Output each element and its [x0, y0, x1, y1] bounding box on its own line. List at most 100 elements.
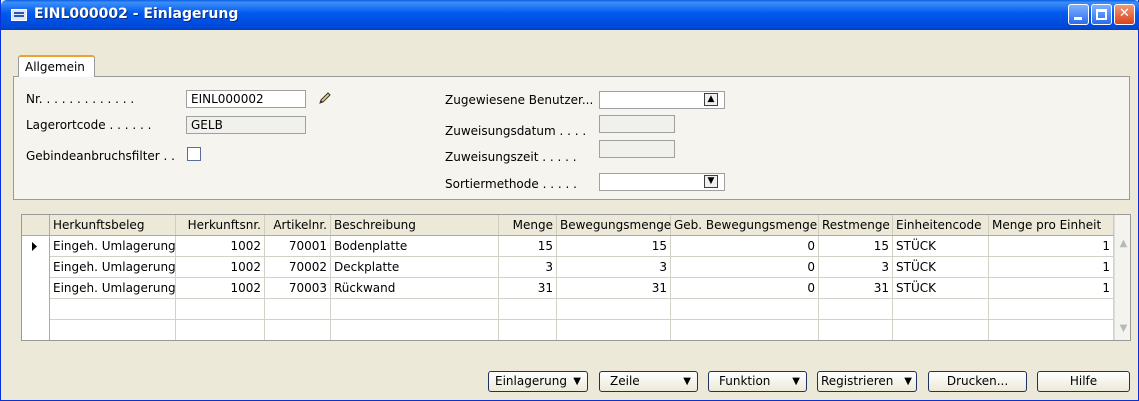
- zeile-button[interactable]: Zeile ▼: [599, 371, 698, 392]
- col-herkunftsbeleg[interactable]: Herkunftsbeleg: [50, 215, 176, 235]
- maximize-button[interactable]: [1091, 4, 1112, 25]
- einlagerung-button[interactable]: Einlagerung ▼: [488, 371, 588, 392]
- cell-empty[interactable]: [819, 320, 893, 340]
- dropdown-arrow-icon[interactable]: ▼: [704, 175, 718, 188]
- row-selector[interactable]: [22, 278, 50, 299]
- lagerortcode-field[interactable]: GELB: [186, 116, 306, 134]
- cell-empty[interactable]: [557, 320, 671, 340]
- cell-empty[interactable]: [176, 320, 265, 340]
- cell-empty[interactable]: [671, 320, 819, 340]
- col-menge-pro-einheit[interactable]: Menge pro Einheit: [989, 215, 1114, 235]
- table-row-empty[interactable]: [22, 299, 1114, 320]
- cell-empty[interactable]: [893, 320, 989, 340]
- cell-bewegungsmenge[interactable]: 31: [557, 278, 671, 298]
- cell-menge-pro-einheit[interactable]: 1: [989, 236, 1114, 256]
- table-row-empty[interactable]: [22, 320, 1114, 340]
- dropdown-arrow-icon: ▼: [792, 376, 800, 387]
- cell-beschreibung[interactable]: Rückwand: [331, 278, 499, 298]
- cell-empty[interactable]: [331, 320, 499, 340]
- cell-restmenge[interactable]: 3: [819, 257, 893, 277]
- table-scrollbar[interactable]: ▲ ▼: [1114, 215, 1130, 340]
- cell-empty[interactable]: [265, 299, 331, 319]
- cell-menge[interactable]: 31: [499, 278, 557, 298]
- zuweisungszeit-field[interactable]: [599, 140, 675, 158]
- cell-empty[interactable]: [557, 299, 671, 319]
- cell-empty[interactable]: [499, 299, 557, 319]
- tab-allgemein[interactable]: Allgemein: [18, 55, 95, 77]
- col-artikelnr[interactable]: Artikelnr.: [265, 215, 331, 235]
- drucken-button[interactable]: Drucken...: [928, 371, 1027, 392]
- close-button[interactable]: ✕: [1114, 4, 1135, 25]
- cell-empty[interactable]: [989, 320, 1114, 340]
- col-beschreibung[interactable]: Beschreibung: [331, 215, 499, 235]
- row-selector[interactable]: [22, 320, 50, 340]
- cell-artikelnr[interactable]: 70003: [265, 278, 331, 298]
- table-row[interactable]: Eingeh. Umlagerung 1002 70001 Bodenplatt…: [22, 236, 1114, 257]
- cell-geb-bewegungsmenge[interactable]: 0: [671, 257, 819, 277]
- zuweisungszeit-label: Zuweisungszeit . . . . .: [445, 150, 577, 164]
- cell-empty[interactable]: [989, 299, 1114, 319]
- cell-empty[interactable]: [265, 320, 331, 340]
- cell-menge-pro-einheit[interactable]: 1: [989, 257, 1114, 277]
- registrieren-button[interactable]: Registrieren ▼: [817, 371, 917, 392]
- cell-empty[interactable]: [671, 299, 819, 319]
- cell-beschreibung[interactable]: Deckplatte: [331, 257, 499, 277]
- table-row[interactable]: Eingeh. Umlagerung 1002 70002 Deckplatte…: [22, 257, 1114, 278]
- cell-empty[interactable]: [331, 299, 499, 319]
- row-selector[interactable]: [22, 257, 50, 278]
- cell-beschreibung[interactable]: Bodenplatte: [331, 236, 499, 256]
- lookup-arrow-icon[interactable]: ▲: [704, 93, 718, 106]
- cell-menge[interactable]: 15: [499, 236, 557, 256]
- col-geb-bewegungsmenge[interactable]: Geb. Bewegungsmenge: [671, 215, 819, 235]
- cell-herkunftsnr[interactable]: 1002: [176, 257, 265, 277]
- cell-einheitencode[interactable]: STÜCK: [893, 278, 989, 298]
- scroll-down-icon[interactable]: ▼: [1117, 322, 1130, 336]
- hilfe-button[interactable]: Hilfe: [1037, 371, 1130, 392]
- title-bar[interactable]: EINL000002 - Einlagerung ✕: [1, 0, 1139, 30]
- col-bewegungsmenge[interactable]: Bewegungsmenge: [557, 215, 671, 235]
- cell-artikelnr[interactable]: 70002: [265, 257, 331, 277]
- cell-herkunftsbeleg[interactable]: Eingeh. Umlagerung: [50, 278, 176, 298]
- cell-bewegungsmenge[interactable]: 3: [557, 257, 671, 277]
- cell-menge[interactable]: 3: [499, 257, 557, 277]
- dropdown-arrow-icon: ▼: [573, 376, 581, 387]
- cell-einheitencode[interactable]: STÜCK: [893, 236, 989, 256]
- funktion-button[interactable]: Funktion ▼: [708, 371, 807, 392]
- cell-herkunftsbeleg[interactable]: Eingeh. Umlagerung: [50, 236, 176, 256]
- col-menge[interactable]: Menge: [499, 215, 557, 235]
- cell-herkunftsnr[interactable]: 1002: [176, 278, 265, 298]
- cell-geb-bewegungsmenge[interactable]: 0: [671, 278, 819, 298]
- cell-artikelnr[interactable]: 70001: [265, 236, 331, 256]
- cell-empty[interactable]: [893, 299, 989, 319]
- lines-table: Herkunftsbeleg Herkunftsnr. Artikelnr. B…: [21, 214, 1131, 341]
- cell-empty[interactable]: [499, 320, 557, 340]
- row-pointer-icon[interactable]: [22, 236, 50, 257]
- row-selector-header: [22, 215, 50, 235]
- window-title: EINL000002 - Einlagerung: [34, 6, 239, 22]
- minimize-button[interactable]: [1068, 4, 1089, 25]
- cell-empty[interactable]: [50, 299, 176, 319]
- row-selector[interactable]: [22, 299, 50, 320]
- zuweisungsdatum-field[interactable]: [599, 115, 675, 133]
- cell-geb-bewegungsmenge[interactable]: 0: [671, 236, 819, 256]
- cell-menge-pro-einheit[interactable]: 1: [989, 278, 1114, 298]
- cell-herkunftsbeleg[interactable]: Eingeh. Umlagerung: [50, 257, 176, 277]
- cell-einheitencode[interactable]: STÜCK: [893, 257, 989, 277]
- pencil-icon[interactable]: [317, 90, 333, 106]
- table-row[interactable]: Eingeh. Umlagerung 1002 70003 Rückwand 3…: [22, 278, 1114, 299]
- cell-herkunftsnr[interactable]: 1002: [176, 236, 265, 256]
- col-restmenge[interactable]: Restmenge: [819, 215, 893, 235]
- cell-empty[interactable]: [819, 299, 893, 319]
- col-einheitencode[interactable]: Einheitencode: [893, 215, 989, 235]
- cell-bewegungsmenge[interactable]: 15: [557, 236, 671, 256]
- col-herkunftsnr[interactable]: Herkunftsnr.: [176, 215, 265, 235]
- nr-field[interactable]: EINL000002: [186, 90, 306, 108]
- scroll-up-icon[interactable]: ▲: [1117, 237, 1130, 251]
- cell-empty[interactable]: [50, 320, 176, 340]
- cell-restmenge[interactable]: 31: [819, 278, 893, 298]
- gebindeanbruchsfilter-checkbox[interactable]: [187, 147, 201, 161]
- cell-empty[interactable]: [176, 299, 265, 319]
- cell-restmenge[interactable]: 15: [819, 236, 893, 256]
- dropdown-arrow-icon: ▼: [683, 376, 691, 387]
- funktion-label: Funktion: [719, 374, 771, 388]
